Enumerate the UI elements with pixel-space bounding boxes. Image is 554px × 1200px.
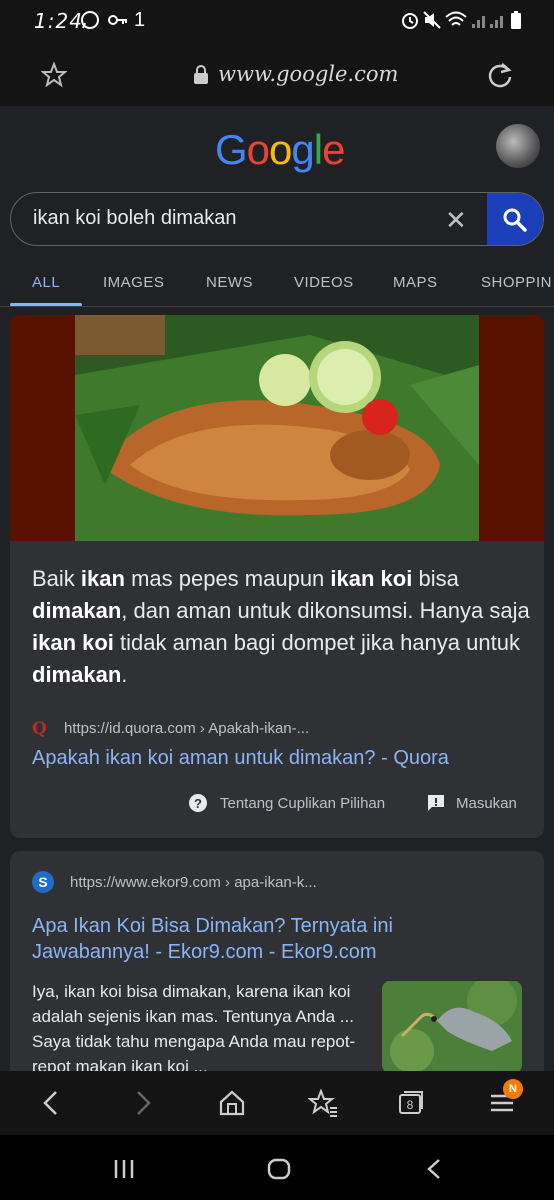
recent-apps-icon[interactable]: [113, 1158, 135, 1180]
feedback-link[interactable]: Masukan: [456, 795, 517, 812]
system-nav-bar: [0, 1135, 554, 1200]
bookmarks-icon[interactable]: [308, 1089, 338, 1117]
browser-url-bar: www.google.com: [0, 42, 554, 106]
featured-image[interactable]: [10, 315, 544, 541]
search-tabs: ALL IMAGES NEWS VIDEOS MAPS SHOPPIN: [0, 258, 554, 307]
feedback-icon[interactable]: [426, 793, 446, 813]
system-back-icon[interactable]: [424, 1157, 444, 1181]
search-input[interactable]: ikan koi boleh dimakan: [33, 207, 236, 230]
clock: 1:24: [34, 9, 83, 33]
source-url[interactable]: https://id.quora.com › Apakah-ikan-...: [64, 720, 309, 737]
search-box[interactable]: ikan koi boleh dimakan ✕: [10, 192, 544, 246]
status-bar: 1:24 1: [0, 0, 554, 42]
reload-icon[interactable]: [486, 61, 514, 89]
result-title-line-1[interactable]: Apa Ikan Koi Bisa Dimakan? Ternyata ini: [32, 915, 393, 937]
tab-videos[interactable]: VIDEOS: [294, 274, 354, 291]
clear-icon[interactable]: ✕: [445, 205, 467, 236]
home-icon[interactable]: [218, 1089, 246, 1117]
back-icon[interactable]: [40, 1089, 64, 1117]
source-url[interactable]: https://www.ekor9.com › apa-ikan-k...: [70, 874, 317, 891]
tab-maps[interactable]: MAPS: [393, 274, 438, 291]
bookmark-star-icon[interactable]: [41, 62, 67, 88]
about-featured-snippet[interactable]: Tentang Cuplikan Pilihan: [220, 795, 385, 812]
browser-bottom-nav: 8 N: [0, 1071, 554, 1135]
signal-icon: [472, 16, 503, 28]
notification-count: 1: [134, 9, 146, 31]
result-title-line-2[interactable]: Jawabannya! - Ekor9.com - Ekor9.com: [32, 941, 377, 963]
key-icon: [108, 15, 127, 25]
help-icon[interactable]: ?: [188, 793, 208, 813]
result-description: Iya, ikan koi bisa dimakan, karena ikan …: [32, 982, 356, 1076]
tab-shopping[interactable]: SHOPPIN: [481, 274, 552, 291]
featured-snippet-text: Baik ikan mas pepes maupun ikan koi bisa…: [32, 566, 530, 687]
whatsapp-icon: [81, 11, 99, 29]
battery-icon: [511, 11, 521, 29]
alarm-icon: [402, 13, 418, 29]
result-title-link[interactable]: Apa Ikan Koi Bisa Dimakan? Ternyata ini …: [32, 913, 532, 965]
notification-badge: N: [503, 1079, 523, 1099]
ekor9-favicon-icon: S: [32, 871, 54, 893]
tabs-icon[interactable]: 8: [397, 1089, 425, 1117]
tab-images[interactable]: IMAGES: [103, 274, 164, 291]
svg-text:8: 8: [407, 1098, 414, 1112]
svg-text:?: ?: [194, 796, 202, 811]
tab-news[interactable]: NEWS: [206, 274, 253, 291]
mute-icon: [423, 11, 441, 29]
home-button-icon[interactable]: [266, 1157, 292, 1181]
heron-image: [382, 981, 522, 1073]
wifi-icon: [445, 11, 467, 26]
result-thumbnail[interactable]: [382, 981, 522, 1073]
search-icon: [503, 208, 527, 232]
result-title-link[interactable]: Apakah ikan koi aman untuk dimakan? - Qu…: [32, 745, 449, 771]
active-tab-indicator: [10, 303, 82, 306]
forward-icon[interactable]: [130, 1089, 154, 1117]
featured-snippet-card: Baik ikan mas pepes maupun ikan koi bisa…: [10, 315, 544, 838]
quora-favicon-icon: Q: [32, 719, 47, 739]
google-logo[interactable]: Google: [215, 126, 345, 174]
lock-icon: [194, 65, 208, 84]
account-avatar[interactable]: [496, 124, 540, 168]
google-header: Google ikan koi boleh dimakan ✕ ALL IMAG…: [0, 106, 554, 307]
tab-all[interactable]: ALL: [32, 274, 60, 291]
url-text[interactable]: www.google.com: [218, 62, 398, 86]
pepes-fish-image: [75, 315, 479, 541]
search-button[interactable]: [487, 193, 543, 245]
search-result-card: S https://www.ekor9.com › apa-ikan-k... …: [10, 851, 544, 1091]
